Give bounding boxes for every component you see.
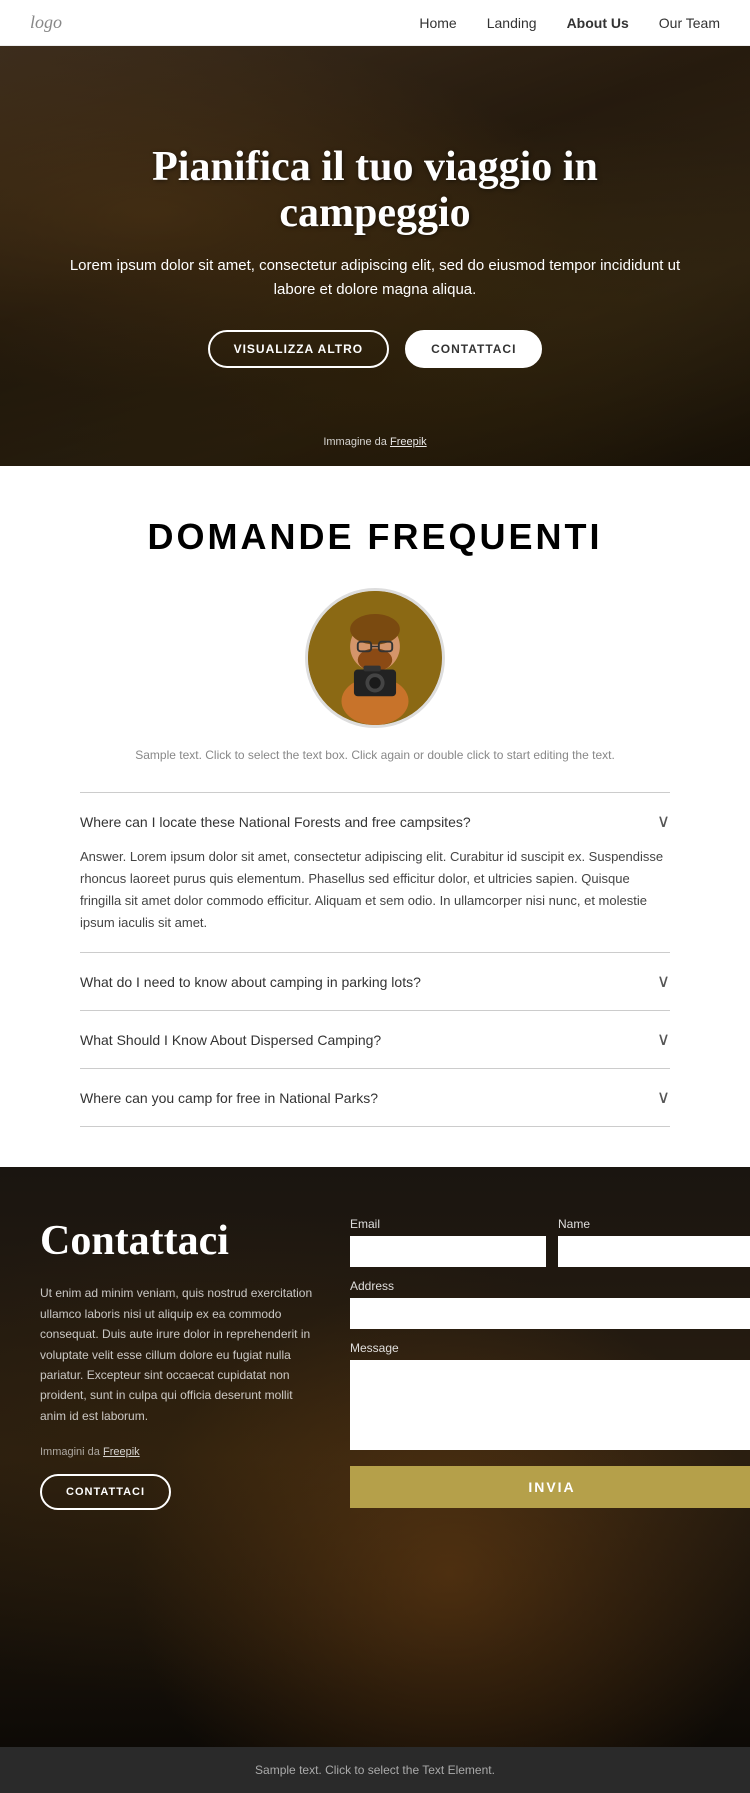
faq-avatar-container [80,588,670,728]
faq-chevron-1-icon: ∨ [657,811,670,832]
message-label: Message [350,1341,750,1355]
faq-question-3-text: What Should I Know About Dispersed Campi… [80,1032,381,1048]
hero-title: Pianifica il tuo viaggio in campeggio [60,144,690,236]
contact-section: Contattaci Ut enim ad minim veniam, quis… [0,1167,750,1747]
form-group-email: Email [350,1217,546,1267]
address-input[interactable] [350,1298,750,1329]
faq-avatar [305,588,445,728]
contact-button[interactable]: CONTATTACI [40,1474,171,1510]
form-row-1: Email Name [350,1217,750,1267]
form-group-message: Message [350,1341,750,1450]
footer-text: Sample text. Click to select the Text El… [255,1763,495,1777]
submit-button[interactable]: INVIA [350,1466,750,1508]
hero-credit-link[interactable]: Freepik [390,436,427,448]
contact-title: Contattaci [40,1217,320,1265]
nav-landing[interactable]: Landing [487,15,537,31]
email-label: Email [350,1217,546,1231]
faq-section: DOMANDE FREQUENTI [0,466,750,1167]
hero-section: Pianifica il tuo viaggio in campeggio Lo… [0,46,750,466]
faq-sample-text: Sample text. Click to select the text bo… [80,746,670,764]
faq-answer-1: Answer. Lorem ipsum dolor sit amet, cons… [80,846,670,934]
hero-visualizza-button[interactable]: VISUALIZZA ALTRO [208,330,390,368]
faq-item-3: What Should I Know About Dispersed Campi… [80,1010,670,1068]
avatar-illustration [308,588,442,728]
name-input[interactable] [558,1236,750,1267]
faq-item-4: Where can you camp for free in National … [80,1068,670,1127]
form-row-2: Address [350,1279,750,1329]
contact-credit: Immagini da Freepik [40,1446,320,1458]
contact-left: Contattaci Ut enim ad minim veniam, quis… [40,1217,320,1510]
email-input[interactable] [350,1236,546,1267]
message-textarea[interactable] [350,1360,750,1450]
form-row-3: Message [350,1341,750,1450]
name-label: Name [558,1217,750,1231]
navbar: logo Home Landing About Us Our Team [0,0,750,46]
faq-question-4[interactable]: Where can you camp for free in National … [80,1087,670,1108]
hero-content: Pianifica il tuo viaggio in campeggio Lo… [0,144,750,368]
form-group-address: Address [350,1279,750,1329]
faq-question-2-text: What do I need to know about camping in … [80,974,421,990]
faq-question-1[interactable]: Where can I locate these National Forest… [80,811,670,832]
faq-title: DOMANDE FREQUENTI [80,516,670,558]
faq-question-4-text: Where can you camp for free in National … [80,1090,378,1106]
hero-subtitle: Lorem ipsum dolor sit amet, consectetur … [60,254,690,302]
nav-about[interactable]: About Us [567,15,629,31]
faq-question-3[interactable]: What Should I Know About Dispersed Campi… [80,1029,670,1050]
contact-form: Email Name Address Message [350,1217,750,1508]
faq-question-1-text: Where can I locate these National Forest… [80,814,471,830]
contact-content: Contattaci Ut enim ad minim veniam, quis… [40,1217,710,1510]
nav-our-team[interactable]: Our Team [659,15,720,31]
faq-chevron-3-icon: ∨ [657,1029,670,1050]
faq-item-1: Where can I locate these National Forest… [80,792,670,952]
faq-chevron-4-icon: ∨ [657,1087,670,1108]
faq-chevron-2-icon: ∨ [657,971,670,992]
nav-home[interactable]: Home [419,15,456,31]
footer: Sample text. Click to select the Text El… [0,1747,750,1793]
contact-description: Ut enim ad minim veniam, quis nostrud ex… [40,1283,320,1426]
hero-buttons: VISUALIZZA ALTRO CONTATTACI [60,330,690,368]
faq-question-2[interactable]: What do I need to know about camping in … [80,971,670,992]
faq-item-2: What do I need to know about camping in … [80,952,670,1010]
contact-credit-link[interactable]: Freepik [103,1446,140,1458]
form-group-name: Name [558,1217,750,1267]
hero-contattaci-button[interactable]: CONTATTACI [405,330,542,368]
hero-credit: Immagine da Freepik [323,436,426,448]
nav-logo[interactable]: logo [30,12,62,33]
nav-links: Home Landing About Us Our Team [419,15,720,31]
address-label: Address [350,1279,750,1293]
